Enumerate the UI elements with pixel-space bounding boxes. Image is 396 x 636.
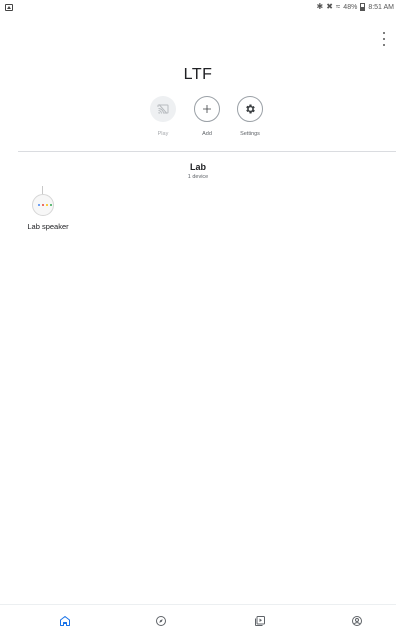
mute-icon: ✖ — [326, 2, 333, 11]
device-name[interactable]: Lab speaker — [8, 222, 88, 231]
status-bar: ✱ ✖ ≈ 48% 8:51 AM — [0, 0, 396, 18]
cast-icon — [150, 96, 176, 122]
more-options-icon[interactable] — [380, 32, 388, 46]
add-label: Add — [202, 131, 212, 137]
add-action[interactable]: Add — [185, 96, 229, 137]
section-divider — [18, 151, 396, 152]
settings-action[interactable]: Settings — [228, 96, 272, 137]
play-label: Play — [157, 131, 169, 137]
bluetooth-icon: ✱ — [316, 2, 324, 11]
wifi-icon: ≈ — [335, 2, 341, 11]
settings-label: Settings — [240, 131, 260, 137]
home-actions: Play Add Settings — [0, 96, 396, 142]
home-icon[interactable] — [58, 614, 72, 628]
status-dot-green — [50, 204, 52, 206]
device-status-dots — [38, 204, 52, 206]
image-notification-icon — [5, 4, 13, 11]
status-icons: ✱ ✖ ≈ 48% 8:51 AM — [316, 2, 394, 11]
media-icon[interactable] — [253, 614, 267, 628]
bottom-navigation — [0, 604, 396, 636]
google-home-mini-icon[interactable] — [32, 194, 54, 216]
room-device-count: 1 device — [187, 174, 209, 180]
play-action: Play — [141, 96, 185, 137]
battery-icon — [360, 3, 366, 11]
account-icon[interactable] — [350, 614, 364, 628]
device-antenna — [42, 186, 43, 194]
status-dot-blue — [38, 204, 40, 206]
gear-icon[interactable] — [237, 96, 263, 122]
status-dot-yellow — [46, 204, 48, 206]
home-name-title: LTF — [183, 66, 213, 83]
compass-icon[interactable] — [154, 614, 168, 628]
clock: 8:51 AM — [368, 3, 394, 11]
status-dot-red — [42, 204, 44, 206]
battery-percent: 48% — [343, 3, 358, 11]
plus-icon[interactable] — [194, 96, 220, 122]
room-name: Lab — [189, 162, 206, 172]
